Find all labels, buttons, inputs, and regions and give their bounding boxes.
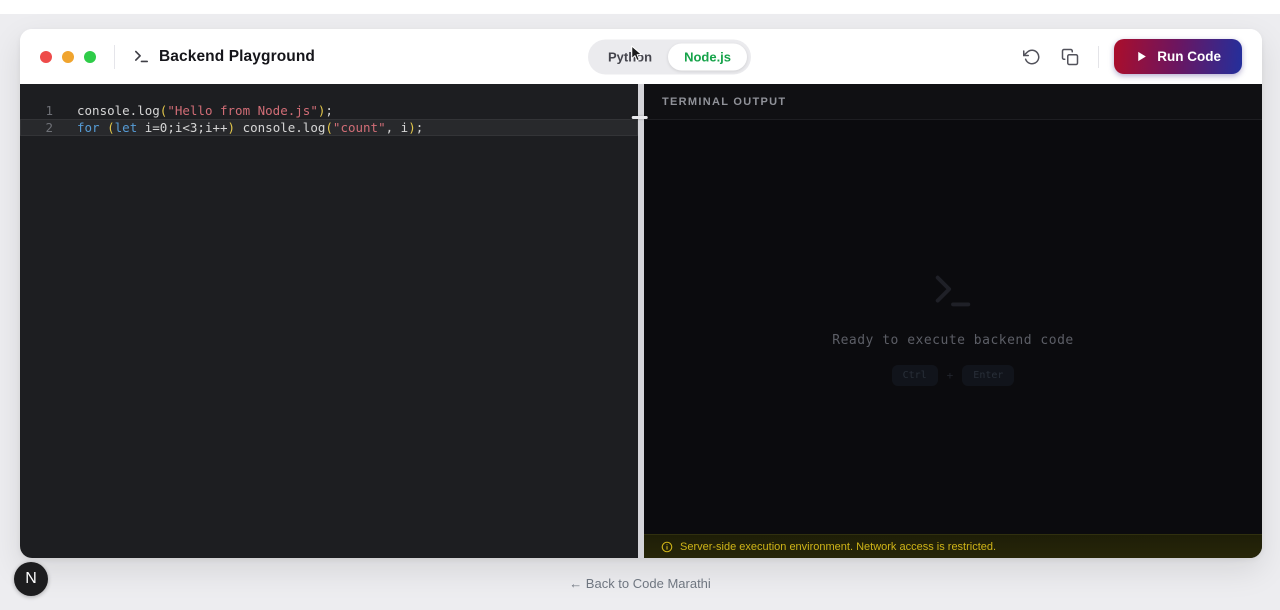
run-code-button[interactable]: Run Code	[1114, 39, 1242, 74]
sandbox-notice-text: Server-side execution environment. Netwo…	[680, 541, 996, 553]
header-divider	[1098, 46, 1099, 68]
info-icon	[661, 541, 673, 553]
rotate-ccw-icon	[1023, 48, 1041, 66]
code-text: console.log("Hello from Node.js");	[77, 102, 333, 119]
code-line[interactable]: 2 for (let i=0;i<3;i++) console.log("coun…	[20, 119, 638, 136]
play-icon	[1135, 50, 1148, 63]
header-divider	[114, 45, 115, 69]
kbd-ctrl: Ctrl	[892, 365, 938, 386]
code-line[interactable]: 1 console.log("Hello from Node.js");	[20, 102, 638, 119]
window-header: Backend Playground Python Node.js	[20, 29, 1262, 84]
header-actions: Run Code	[1019, 39, 1242, 74]
code-text: for (let i=0;i<3;i++) console.log("count…	[77, 119, 423, 136]
terminal-header: TERMINAL OUTPUT	[644, 84, 1262, 120]
panel-resize-handle[interactable]	[638, 84, 644, 558]
reset-button[interactable]	[1019, 44, 1045, 70]
playground-window: Backend Playground Python Node.js	[20, 29, 1262, 558]
terminal-empty-message: Ready to execute backend code	[832, 333, 1073, 348]
language-tab-group: Python Node.js	[588, 39, 751, 74]
back-link[interactable]: ← Back to Code Marathi	[0, 576, 1280, 591]
code-editor[interactable]: 1 console.log("Hello from Node.js"); 2 for …	[20, 84, 638, 558]
code-lines: 1 console.log("Hello from Node.js"); 2 for …	[20, 102, 638, 136]
nextjs-badge-icon[interactable]: N	[14, 562, 48, 596]
kbd-plus-sign: +	[947, 369, 954, 382]
resize-grip-icon	[632, 116, 648, 119]
run-shortcut-hint: Ctrl + Enter	[892, 365, 1015, 386]
terminal-prompt-icon	[133, 48, 150, 65]
terminal-output-area: Ready to execute backend code Ctrl + Ent…	[644, 120, 1262, 534]
terminal-panel: TERMINAL OUTPUT Ready to execute backend…	[644, 84, 1262, 558]
terminal-header-label: TERMINAL OUTPUT	[662, 96, 786, 108]
tab-python[interactable]: Python	[592, 43, 668, 70]
main-split: 1 console.log("Hello from Node.js"); 2 for …	[20, 84, 1262, 558]
minimize-window-dot-icon[interactable]	[62, 51, 74, 63]
close-window-dot-icon[interactable]	[40, 51, 52, 63]
page-title: Backend Playground	[159, 48, 315, 66]
copy-icon	[1061, 48, 1079, 66]
kbd-enter: Enter	[962, 365, 1014, 386]
maximize-window-dot-icon[interactable]	[84, 51, 96, 63]
window-controls	[40, 51, 96, 63]
sandbox-notice-bar: Server-side execution environment. Netwo…	[644, 534, 1262, 558]
terminal-icon	[930, 268, 976, 319]
nextjs-badge-letter: N	[25, 570, 37, 588]
line-number: 1	[20, 102, 53, 119]
copy-code-button[interactable]	[1057, 44, 1083, 70]
line-number: 2	[20, 119, 53, 136]
run-code-label: Run Code	[1157, 49, 1221, 64]
page-top-strip	[0, 0, 1280, 14]
tab-nodejs[interactable]: Node.js	[668, 43, 747, 70]
